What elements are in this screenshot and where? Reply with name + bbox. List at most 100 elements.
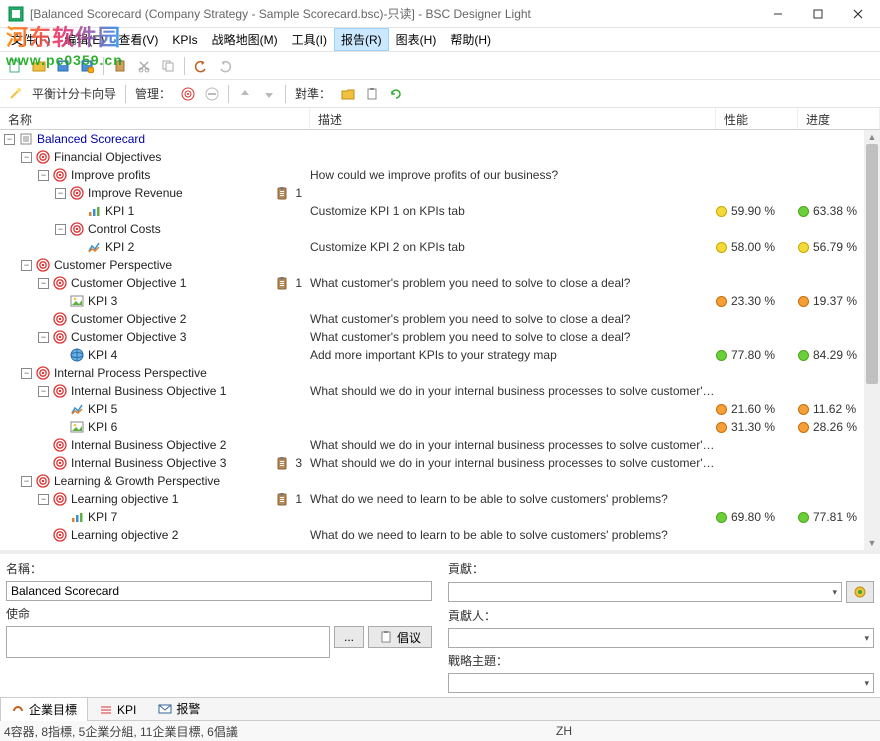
redo-button[interactable] <box>214 55 236 77</box>
paste-button[interactable] <box>109 55 131 77</box>
status-dot-icon <box>716 296 727 307</box>
expander-icon[interactable]: − <box>38 332 49 343</box>
menu-strategy-map[interactable]: 战略地图(M) <box>205 28 285 51</box>
tree-row[interactable]: Internal Business Objective 33What shoul… <box>0 454 880 472</box>
expander-icon[interactable]: − <box>21 476 32 487</box>
menu-help[interactable]: 帮助(H) <box>443 28 498 51</box>
menu-file[interactable]: 文件(F) <box>4 28 57 51</box>
expander-icon[interactable]: − <box>21 368 32 379</box>
tree-row[interactable]: KPI 2Customize KPI 2 on KPIs tab58.00 %5… <box>0 238 880 256</box>
expander-icon[interactable]: − <box>21 152 32 163</box>
tree-row[interactable]: KPI 631.30 %28.26 % <box>0 418 880 436</box>
expander-icon[interactable]: − <box>55 224 66 235</box>
manage-target-button[interactable] <box>177 83 199 105</box>
tree-grid[interactable]: −Balanced Scorecard−Financial Objectives… <box>0 130 880 550</box>
copy-button[interactable] <box>157 55 179 77</box>
close-button[interactable] <box>838 0 878 28</box>
scroll-down-arrow[interactable]: ▼ <box>864 536 880 550</box>
scroll-up-arrow[interactable]: ▲ <box>864 130 880 144</box>
menu-kpis[interactable]: KPIs <box>165 30 204 50</box>
expander-icon[interactable]: − <box>38 386 49 397</box>
column-performance[interactable]: 性能 <box>716 108 798 129</box>
expander-icon[interactable]: − <box>21 260 32 271</box>
tree-row[interactable]: Customer Objective 2What customer's prob… <box>0 310 880 328</box>
align-folder-button[interactable] <box>337 83 359 105</box>
menu-view[interactable]: 查看(V) <box>111 28 165 51</box>
tab-alerts[interactable]: 报警 <box>147 696 211 720</box>
tree-row[interactable]: KPI 521.60 %11.62 % <box>0 400 880 418</box>
contribution-select[interactable]: ▾ <box>448 582 842 602</box>
contribution-settings-button[interactable] <box>846 581 874 603</box>
status-dot-icon <box>798 206 809 217</box>
align-refresh-button[interactable] <box>385 83 407 105</box>
expander-icon[interactable]: − <box>38 278 49 289</box>
menu-tools[interactable]: 工具(I) <box>285 28 334 51</box>
undo-button[interactable] <box>190 55 212 77</box>
menu-chart[interactable]: 图表(H) <box>389 28 444 51</box>
menu-edit[interactable]: 编辑(E) <box>57 28 111 51</box>
clipboard-icon[interactable] <box>275 276 289 290</box>
column-progress[interactable]: 进度 <box>798 108 880 129</box>
tree-row[interactable]: −Customer Objective 11What customer's pr… <box>0 274 880 292</box>
tree-row[interactable]: −Internal Business Objective 1What shoul… <box>0 382 880 400</box>
detail-name-input[interactable] <box>6 581 432 601</box>
column-name[interactable]: 名称 <box>0 108 310 129</box>
new-button[interactable] <box>4 55 26 77</box>
vertical-scrollbar[interactable]: ▲ ▼ <box>864 130 880 550</box>
target-icon <box>70 222 84 236</box>
align-clipboard-button[interactable] <box>361 83 383 105</box>
expander-icon[interactable]: − <box>38 170 49 181</box>
tree-row[interactable]: KPI 4Add more important KPIs to your str… <box>0 346 880 364</box>
clipboard-icon[interactable] <box>275 456 289 470</box>
status-dot-icon <box>798 422 809 433</box>
move-down-button[interactable] <box>258 83 280 105</box>
cell-performance: 23.30 % <box>716 294 798 308</box>
initiative-button[interactable]: 倡议 <box>368 626 432 648</box>
expander-icon[interactable]: − <box>4 134 15 145</box>
cell-description: What do we need to learn to be able to s… <box>310 528 716 542</box>
manage-delete-button[interactable] <box>201 83 223 105</box>
clipboard-icon[interactable] <box>275 186 289 200</box>
node-label[interactable]: Balanced Scorecard <box>37 132 145 146</box>
tree-row[interactable]: −Internal Process Perspective <box>0 364 880 382</box>
cut-button[interactable] <box>133 55 155 77</box>
menu-report[interactable]: 报告(R) <box>334 28 389 51</box>
tree-row[interactable]: −Improve Revenue1 <box>0 184 880 202</box>
scroll-thumb[interactable] <box>866 144 878 384</box>
status-dot-icon <box>798 242 809 253</box>
tab-objectives[interactable]: 企業目標 <box>0 697 88 721</box>
detail-mission-textarea[interactable] <box>6 626 330 658</box>
save-as-button[interactable] <box>76 55 98 77</box>
tree-row[interactable]: Learning objective 2What do we need to l… <box>0 526 880 544</box>
tree-row[interactable]: − Balanced Scorecard <box>0 130 880 148</box>
clipboard-icon[interactable] <box>275 492 289 506</box>
theme-select[interactable]: ▾ <box>448 673 874 693</box>
expander-icon[interactable]: − <box>38 494 49 505</box>
tree-row[interactable]: −Learning objective 11What do we need to… <box>0 490 880 508</box>
minimize-button[interactable] <box>758 0 798 28</box>
tree-row[interactable]: −Customer Objective 3What customer's pro… <box>0 328 880 346</box>
open-button[interactable] <box>28 55 50 77</box>
expander-icon[interactable]: − <box>55 188 66 199</box>
mission-browse-button[interactable]: ... <box>334 626 364 648</box>
save-button[interactable] <box>52 55 74 77</box>
tree-row[interactable]: Internal Business Objective 2What should… <box>0 436 880 454</box>
tab-kpi[interactable]: KPI <box>88 699 147 720</box>
detail-name-label: 名稱： <box>6 558 432 579</box>
contributor-select[interactable]: ▾ <box>448 628 874 648</box>
maximize-button[interactable] <box>798 0 838 28</box>
tree-row[interactable]: −Financial Objectives <box>0 148 880 166</box>
tree-row[interactable]: −Control Costs <box>0 220 880 238</box>
move-up-button[interactable] <box>234 83 256 105</box>
wizard-label[interactable]: 平衡计分卡向导 <box>28 85 120 102</box>
tree-row[interactable]: −Customer Perspective <box>0 256 880 274</box>
tree-row[interactable]: KPI 1Customize KPI 1 on KPIs tab59.90 %6… <box>0 202 880 220</box>
tree-row[interactable]: KPI 769.80 %77.81 % <box>0 508 880 526</box>
tree-row[interactable]: −Improve profitsHow could we improve pro… <box>0 166 880 184</box>
cell-performance: 77.80 % <box>716 348 798 362</box>
column-description[interactable]: 描述 <box>310 108 716 129</box>
tree-row[interactable]: KPI 323.30 %19.37 % <box>0 292 880 310</box>
wizard-icon[interactable] <box>4 83 26 105</box>
tree-row[interactable]: −Learning & Growth Perspective <box>0 472 880 490</box>
clip-count: 1 <box>295 186 302 200</box>
